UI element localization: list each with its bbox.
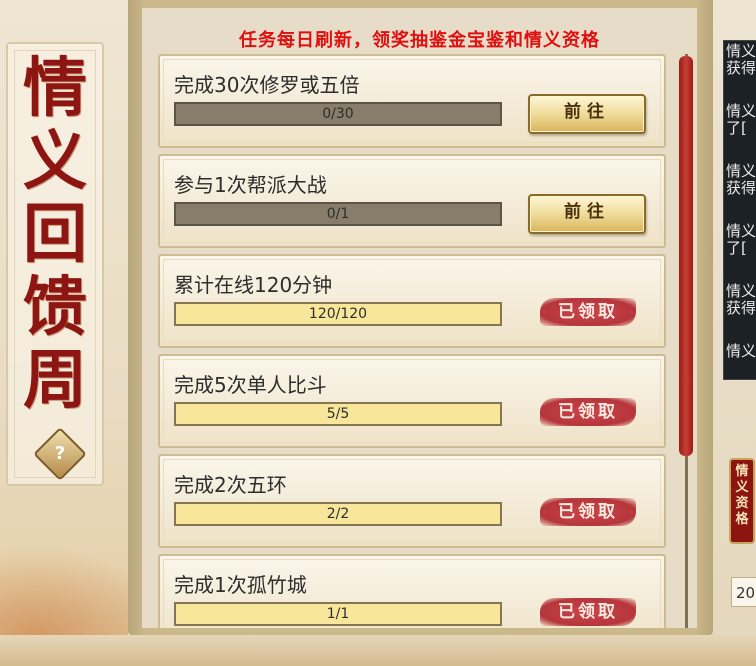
chat-line: 了[ xyxy=(726,239,747,257)
task-title: 完成5次单人比斗 xyxy=(174,373,327,397)
task-row: 完成2次五环 2/2 已领取 xyxy=(158,454,666,548)
side-hud: 情义 获得 情义 了[ 情义 获得 情义 了[ 情义 获得 情义 情义资格 20 xyxy=(713,0,756,666)
progress-bar: 2/2 xyxy=(174,502,502,526)
progress-bar: 1/1 xyxy=(174,602,502,626)
progress-text: 2/2 xyxy=(326,506,350,522)
task-row: 参与1次帮派大战 0/1 前往 xyxy=(158,154,666,248)
chat-line: 了[ xyxy=(726,119,747,137)
task-title: 累计在线120分钟 xyxy=(174,273,333,297)
event-title: 情 义 回 馈 周 xyxy=(14,52,96,417)
chat-line: 获得 xyxy=(726,179,756,197)
go-button-label: 前往 xyxy=(564,202,610,222)
chat-line: 情义 xyxy=(726,162,756,180)
progress-bar: 0/30 xyxy=(174,102,502,126)
claimed-label: 已领取 xyxy=(558,602,618,622)
chat-line: 情义 xyxy=(726,342,756,360)
chat-line: 获得 xyxy=(726,299,756,317)
chat-line: 情义 xyxy=(726,102,756,120)
chat-line: 获得 xyxy=(726,59,756,77)
event-title-char: 情 xyxy=(23,51,87,126)
progress-text: 120/120 xyxy=(308,306,368,322)
progress-bar: 0/1 xyxy=(174,202,502,226)
event-title-char: 回 xyxy=(23,197,87,272)
claimed-label: 已领取 xyxy=(558,302,618,322)
task-title: 完成1次孤竹城 xyxy=(174,573,307,597)
claimed-stamp: 已领取 xyxy=(540,398,636,426)
event-title-char: 馈 xyxy=(23,270,87,345)
bottom-decoration xyxy=(0,635,756,666)
task-panel: 任务每日刷新，领奖抽鉴金宝鉴和情义资格 完成30次修罗或五倍 0/30 前往 参… xyxy=(128,0,713,635)
task-row: 完成30次修罗或五倍 0/30 前往 xyxy=(158,54,666,148)
claimed-stamp: 已领取 xyxy=(540,498,636,526)
progress-text: 1/1 xyxy=(326,606,350,622)
progress-text: 0/30 xyxy=(322,106,354,122)
progress-bar: 5/5 xyxy=(174,402,502,426)
progress-text: 0/1 xyxy=(326,206,350,222)
chat-line: 情义 xyxy=(726,282,756,300)
task-title: 完成30次修罗或五倍 xyxy=(174,73,360,97)
task-title: 参与1次帮派大战 xyxy=(174,173,327,197)
claimed-stamp: 已领取 xyxy=(540,298,636,326)
task-row: 完成1次孤竹城 1/1 已领取 xyxy=(158,554,666,628)
task-row: 完成5次单人比斗 5/5 已领取 xyxy=(158,354,666,448)
progress-bar: 120/120 xyxy=(174,302,502,326)
task-list[interactable]: 完成30次修罗或五倍 0/30 前往 参与1次帮派大战 0/1 前往 累计在线1… xyxy=(158,54,666,628)
event-title-char: 周 xyxy=(23,343,87,418)
qingyi-qualification-badge[interactable]: 情义资格 xyxy=(729,458,755,544)
refresh-notice: 任务每日刷新，领奖抽鉴金宝鉴和情义资格 xyxy=(239,30,600,51)
progress-text: 5/5 xyxy=(326,406,350,422)
task-row: 累计在线120分钟 120/120 已领取 xyxy=(158,254,666,348)
year-field: 20 xyxy=(731,577,756,607)
scrollbar-thumb[interactable] xyxy=(679,56,693,456)
event-title-char: 义 xyxy=(23,124,87,199)
claimed-label: 已领取 xyxy=(558,402,618,422)
chat-line: 情义 xyxy=(726,222,756,240)
help-icon: ? xyxy=(54,443,66,464)
claimed-label: 已领取 xyxy=(558,502,618,522)
claimed-stamp: 已领取 xyxy=(540,598,636,626)
task-panel-inner: 任务每日刷新，领奖抽鉴金宝鉴和情义资格 完成30次修罗或五倍 0/30 前往 参… xyxy=(142,8,697,628)
task-title: 完成2次五环 xyxy=(174,473,287,497)
go-button[interactable]: 前往 xyxy=(528,194,646,234)
go-button-label: 前往 xyxy=(564,102,610,122)
chat-window[interactable]: 情义 获得 情义 了[ 情义 获得 情义 了[ 情义 获得 情义 xyxy=(723,40,756,380)
event-banner: 情 义 回 馈 周 ? xyxy=(0,0,128,666)
go-button[interactable]: 前往 xyxy=(528,94,646,134)
chat-line: 情义 xyxy=(726,42,756,60)
